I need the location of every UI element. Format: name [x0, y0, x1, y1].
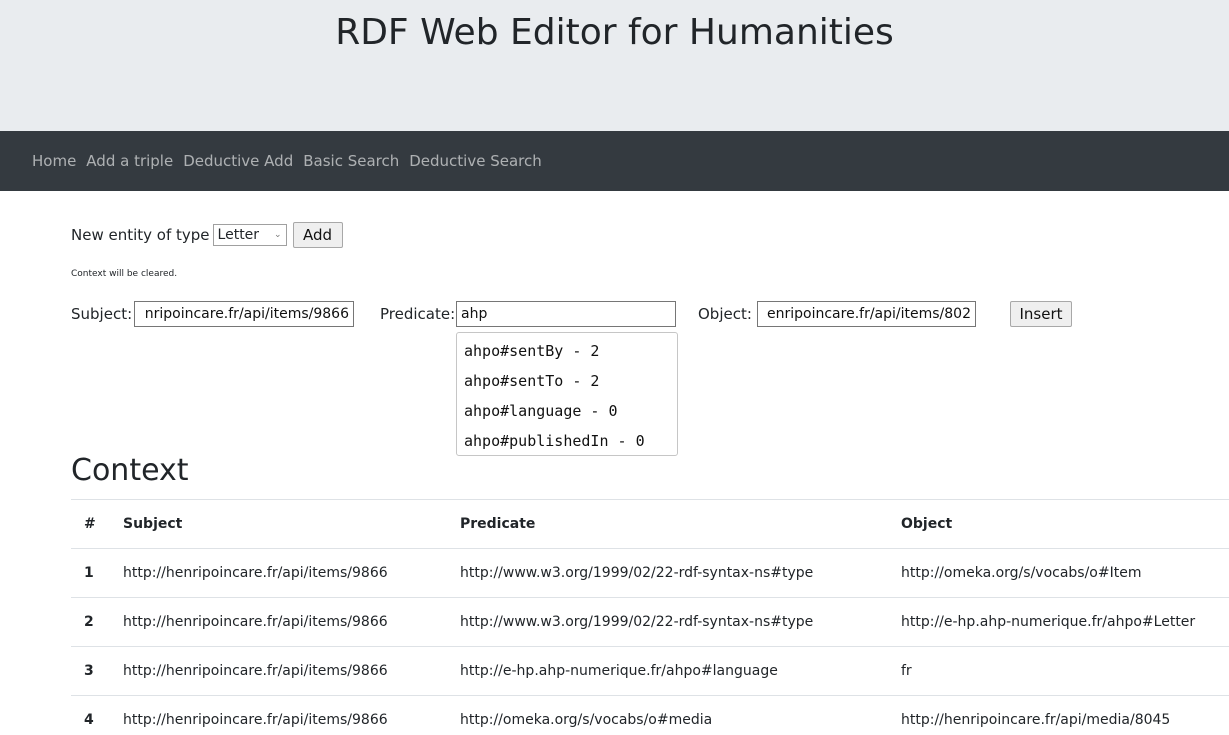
autocomplete-option[interactable]: ahpo#sentBy - 2 [457, 336, 677, 366]
predicate-input-value: ahp [461, 306, 488, 322]
row-object: fr [901, 646, 1229, 696]
autocomplete-option[interactable]: ahpo#language - 0 [457, 396, 677, 426]
navbar: Home Add a triple Deductive Add Basic Se… [0, 131, 1229, 191]
subject-input-value: nripoincare.fr/api/items/9866 [144, 306, 349, 322]
entity-type-select[interactable]: Letter ⌄ [212, 224, 287, 246]
nav-home[interactable]: Home [32, 152, 76, 170]
subject-label: Subject: [71, 305, 133, 323]
autocomplete-option[interactable]: ahpo#sentTo - 2 [457, 366, 677, 396]
row-predicate: http://e-hp.ahp-numerique.fr/ahpo#langua… [460, 646, 901, 696]
nav-deductive-add[interactable]: Deductive Add [183, 152, 293, 170]
chevron-down-icon: ⌄ [273, 230, 282, 240]
autocomplete-option[interactable]: ahpo#publishedIn - 0 [457, 426, 677, 456]
object-input[interactable]: enripoincare.fr/api/items/802 [757, 301, 976, 327]
table-row: 1 http://henripoincare.fr/api/items/9866… [71, 548, 1229, 598]
table-row: 4 http://henripoincare.fr/api/items/9866… [71, 695, 1229, 735]
predicate-autocomplete-list: ahpo#sentBy - 2 ahpo#sentTo - 2 ahpo#lan… [456, 332, 678, 456]
context-table: # Subject Predicate Object 1 http://henr… [71, 499, 1229, 735]
row-object: http://henripoincare.fr/api/media/8045 [901, 695, 1229, 735]
nav-deductive-search[interactable]: Deductive Search [409, 152, 542, 170]
row-index: 1 [71, 548, 123, 598]
context-heading: Context [71, 453, 189, 488]
insert-button[interactable]: Insert [1010, 301, 1072, 327]
column-header-object: Object [901, 499, 1229, 549]
table-row: 3 http://henripoincare.fr/api/items/9866… [71, 646, 1229, 696]
object-label: Object: [698, 305, 752, 323]
row-subject: http://henripoincare.fr/api/items/9866 [123, 597, 460, 647]
subject-input[interactable]: nripoincare.fr/api/items/9866 [134, 301, 354, 327]
row-index: 4 [71, 695, 123, 735]
column-header-predicate: Predicate [460, 499, 901, 549]
column-header-index: # [71, 499, 123, 549]
header-jumbotron: RDF Web Editor for Humanities [0, 0, 1229, 131]
predicate-input[interactable]: ahp [456, 301, 676, 327]
object-input-value: enripoincare.fr/api/items/802 [767, 306, 971, 322]
add-entity-button[interactable]: Add [292, 222, 343, 248]
row-subject: http://henripoincare.fr/api/items/9866 [123, 548, 460, 598]
row-index: 2 [71, 597, 123, 647]
column-header-subject: Subject [123, 499, 460, 549]
table-row: 2 http://henripoincare.fr/api/items/9866… [71, 597, 1229, 647]
entity-type-value: Letter [217, 227, 260, 243]
new-entity-label: New entity of type [71, 226, 210, 244]
nav-basic-search[interactable]: Basic Search [303, 152, 399, 170]
nav-add-triple[interactable]: Add a triple [86, 152, 173, 170]
predicate-label: Predicate: [380, 305, 456, 323]
table-header-row: # Subject Predicate Object [71, 499, 1229, 549]
row-subject: http://henripoincare.fr/api/items/9866 [123, 695, 460, 735]
new-entity-form: New entity of type Letter ⌄ Add [71, 222, 343, 248]
site-title: RDF Web Editor for Humanities [335, 12, 894, 53]
row-predicate: http://www.w3.org/1999/02/22-rdf-syntax-… [460, 597, 901, 647]
row-object: http://e-hp.ahp-numerique.fr/ahpo#Letter [901, 597, 1229, 647]
row-object: http://omeka.org/s/vocabs/o#Item [901, 548, 1229, 598]
row-predicate: http://omeka.org/s/vocabs/o#media [460, 695, 901, 735]
triple-form: Subject: nripoincare.fr/api/items/9866 P… [71, 301, 1171, 331]
row-subject: http://henripoincare.fr/api/items/9866 [123, 646, 460, 696]
row-predicate: http://www.w3.org/1999/02/22-rdf-syntax-… [460, 548, 901, 598]
context-clear-note: Context will be cleared. [71, 269, 178, 279]
row-index: 3 [71, 646, 123, 696]
